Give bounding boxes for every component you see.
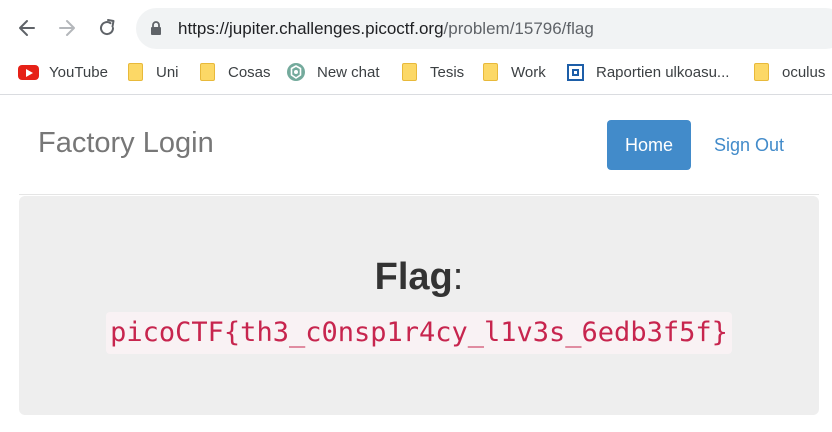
bookmark-uni[interactable]: Uni xyxy=(124,60,179,84)
reload-button[interactable] xyxy=(91,12,123,44)
chatgpt-icon xyxy=(285,63,307,81)
flag-colon: : xyxy=(452,256,464,298)
folder-icon xyxy=(750,63,772,81)
home-button[interactable]: Home xyxy=(607,120,691,170)
site-brand[interactable]: Factory Login xyxy=(38,127,214,160)
folder-icon xyxy=(398,63,420,81)
reload-icon xyxy=(100,19,115,36)
bookmark-youtube[interactable]: YouTube xyxy=(17,60,108,84)
bookmark-label: Work xyxy=(511,63,546,81)
page-content: Factory Login Home Sign Out Flag: picoCT… xyxy=(0,95,832,432)
url-path: /problem/15796/flag xyxy=(443,19,594,38)
address-bar[interactable]: https://jupiter.challenges.picoctf.org/p… xyxy=(136,8,832,49)
bookmark-raportien[interactable]: Raportien ulkoasu... xyxy=(564,60,729,84)
folder-icon xyxy=(124,63,146,81)
raportti-icon xyxy=(564,63,586,81)
bookmark-label: Raportien ulkoasu... xyxy=(596,63,730,81)
folder-icon xyxy=(479,63,501,81)
bookmark-label: Uni xyxy=(156,63,179,81)
back-button[interactable] xyxy=(11,12,43,44)
flag-code-row: picoCTF{th3_c0nsp1r4cy_l1v3s_6edb3f5f} xyxy=(19,312,819,354)
flag-label: Flag xyxy=(374,256,453,298)
folder-icon xyxy=(196,63,218,81)
youtube-icon xyxy=(17,63,39,81)
flag-value: picoCTF{th3_c0nsp1r4cy_l1v3s_6edb3f5f} xyxy=(106,312,732,354)
bookmark-label: New chat xyxy=(317,63,380,81)
lock-icon xyxy=(151,21,161,35)
bookmark-oculus[interactable]: oculus xyxy=(750,60,825,84)
bookmark-cosas[interactable]: Cosas xyxy=(196,60,271,84)
flag-heading: Flag: xyxy=(19,256,819,299)
browser-chrome: https://jupiter.challenges.picoctf.org/p… xyxy=(0,0,832,95)
bookmark-work[interactable]: Work xyxy=(479,60,546,84)
url-host: https://jupiter.challenges.picoctf.org xyxy=(178,19,444,38)
bookmark-tesis[interactable]: Tesis xyxy=(398,60,464,84)
flag-panel: Flag: picoCTF{th3_c0nsp1r4cy_l1v3s_6edb3… xyxy=(19,196,819,415)
bookmark-new-chat[interactable]: New chat xyxy=(285,60,380,84)
arrow-right-icon xyxy=(59,20,75,36)
bookmarks-bar: YouTube Uni Cosas New chat Tesis Work Ra… xyxy=(0,56,832,88)
forward-button[interactable] xyxy=(51,12,83,44)
site-navbar: Factory Login Home Sign Out xyxy=(19,95,819,195)
bookmark-label: YouTube xyxy=(49,63,108,81)
arrow-left-icon xyxy=(19,20,35,36)
url-text[interactable]: https://jupiter.challenges.picoctf.org/p… xyxy=(178,18,594,39)
sign-out-link[interactable]: Sign Out xyxy=(714,135,784,156)
bookmark-label: Cosas xyxy=(228,63,271,81)
bookmark-label: Tesis xyxy=(430,63,465,81)
bookmark-label: oculus xyxy=(782,63,826,81)
